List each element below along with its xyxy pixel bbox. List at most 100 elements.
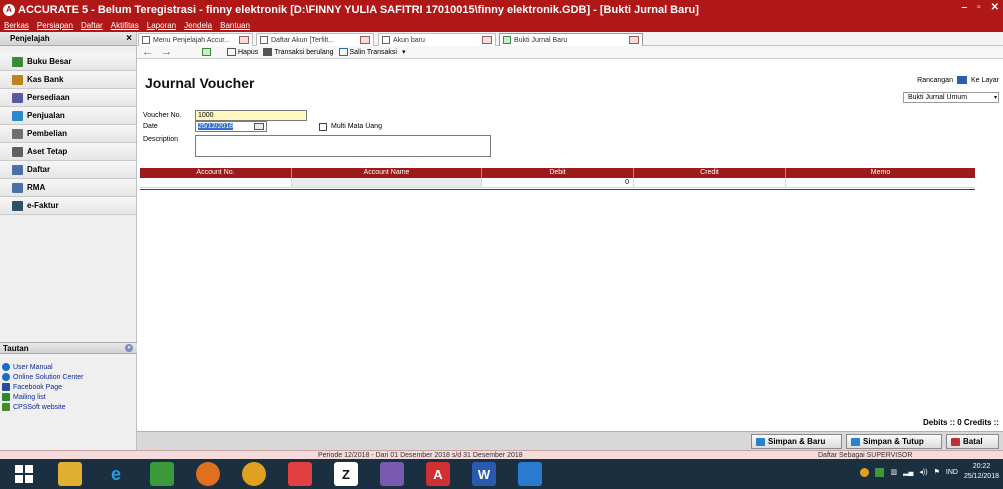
- cancel-button[interactable]: Batal: [946, 434, 999, 449]
- column-debit[interactable]: Debit: [482, 168, 634, 178]
- sidebar-item-rma[interactable]: RMA: [0, 179, 136, 197]
- sidebar-item-label: Aset Tetap: [27, 147, 68, 156]
- zip-app-icon[interactable]: Z: [334, 462, 358, 486]
- column-memo[interactable]: Memo: [786, 168, 975, 178]
- page-icon: [142, 36, 150, 44]
- firefox-icon[interactable]: [196, 462, 220, 486]
- cell-debit[interactable]: 0: [482, 178, 634, 187]
- minimize-icon[interactable]: –: [962, 2, 968, 13]
- internet-explorer-icon[interactable]: e: [104, 462, 128, 486]
- close-icon[interactable]: ×: [126, 33, 132, 44]
- column-credit[interactable]: Credit: [634, 168, 786, 178]
- navigator-header: Penjelajah ×: [0, 32, 136, 46]
- file-explorer-icon[interactable]: [58, 462, 82, 486]
- cell-account-no[interactable]: [140, 178, 292, 187]
- navigator-panel: Penjelajah × Buku Besar Kas Bank Persedi…: [0, 32, 137, 456]
- link-online-solution-center[interactable]: Online Solution Center: [2, 372, 83, 382]
- word-icon[interactable]: W: [472, 462, 496, 486]
- accurate-app-icon[interactable]: A: [426, 462, 450, 486]
- save-new-button[interactable]: Simpan & Baru: [751, 434, 842, 449]
- menu-daftar[interactable]: Daftar: [81, 21, 103, 30]
- chevron-down-icon[interactable]: ▾: [402, 48, 406, 56]
- menu-bantuan[interactable]: Bantuan: [220, 21, 250, 30]
- tab-bukti-jurnal-baru[interactable]: Bukti Jurnal Baru: [499, 33, 643, 46]
- link-cpssoft-website[interactable]: CPSSoft website: [2, 402, 83, 412]
- sidebar-item-label: RMA: [27, 183, 46, 192]
- tray-app-icon[interactable]: [860, 467, 870, 477]
- notes-app-icon[interactable]: [380, 462, 404, 486]
- menu-persiapan[interactable]: Persiapan: [37, 21, 73, 30]
- link-mailing-list[interactable]: Mailing list: [2, 392, 83, 402]
- sidebar-item-label: Persediaan: [27, 93, 70, 102]
- chrome-icon[interactable]: [242, 462, 266, 486]
- menu-aktifitas[interactable]: Aktifitas: [111, 21, 139, 30]
- forward-arrow-icon[interactable]: →: [161, 46, 172, 58]
- column-account-no[interactable]: Account No.: [140, 168, 292, 178]
- sidebar-item-daftar[interactable]: Daftar: [0, 161, 136, 179]
- sidebar-item-pembelian[interactable]: Pembelian: [0, 125, 136, 143]
- windows-start-icon[interactable]: [12, 462, 36, 486]
- menu-laporan[interactable]: Laporan: [147, 21, 176, 30]
- column-account-name[interactable]: Account Name: [292, 168, 482, 178]
- close-tab-icon[interactable]: [360, 36, 370, 44]
- save-close-button[interactable]: Simpan & Tutup: [846, 434, 942, 449]
- calendar-icon[interactable]: [254, 123, 264, 130]
- cell-memo[interactable]: [786, 178, 975, 187]
- link-facebook-page[interactable]: Facebook Page: [2, 382, 83, 392]
- title-bar: A ACCURATE 5 - Belum Teregistrasi - finn…: [0, 0, 1003, 19]
- menu-jendela[interactable]: Jendela: [184, 21, 212, 30]
- collapse-chevron-icon[interactable]: »: [125, 344, 133, 352]
- cell-credit[interactable]: [634, 178, 786, 187]
- close-tab-icon[interactable]: [239, 36, 249, 44]
- voucher-no-input[interactable]: 1000: [195, 110, 307, 121]
- sales-icon: [12, 110, 23, 121]
- hapus-button[interactable]: Hapus: [227, 48, 258, 56]
- ke-layar-button[interactable]: Ke Layar: [971, 77, 999, 84]
- sidebar-item-label: Daftar: [27, 165, 51, 174]
- sidebar-item-persediaan[interactable]: Persediaan: [0, 89, 136, 107]
- network-icon[interactable]: ▥: [890, 468, 897, 476]
- cell-account-name[interactable]: [292, 178, 482, 187]
- sidebar-item-buku-besar[interactable]: Buku Besar: [0, 53, 136, 71]
- tautan-header[interactable]: Tautan »: [0, 342, 137, 354]
- chevron-down-icon[interactable]: ▾: [994, 93, 997, 103]
- sidebar-item-penjualan[interactable]: Penjualan: [0, 107, 136, 125]
- media-app-icon[interactable]: [518, 462, 542, 486]
- journal-icon: [503, 36, 511, 44]
- tab-menu-penjelajah[interactable]: Menu Penjelajah Accur...: [138, 33, 253, 46]
- close-icon[interactable]: ✕: [991, 2, 999, 13]
- signal-icon[interactable]: ▂▄: [903, 468, 913, 476]
- flag-icon[interactable]: ⚑: [934, 468, 940, 476]
- clock[interactable]: 20:22 25/12/2018: [964, 462, 999, 482]
- tab-daftar-akun[interactable]: Daftar Akun [Terfilt...: [256, 33, 374, 46]
- store-icon[interactable]: [150, 462, 174, 486]
- sidebar-item-aset-tetap[interactable]: Aset Tetap: [0, 143, 136, 161]
- totals-text: Debits :: 0 Credits ::: [922, 418, 999, 427]
- description-field[interactable]: [195, 135, 491, 157]
- grid-icon: [260, 36, 268, 44]
- multi-currency-checkbox[interactable]: [319, 123, 327, 131]
- back-arrow-icon[interactable]: ←: [142, 46, 153, 58]
- close-tab-icon[interactable]: [482, 36, 492, 44]
- language-indicator[interactable]: IND: [946, 469, 958, 476]
- warning-icon[interactable]: [875, 467, 885, 477]
- new-journal-icon[interactable]: [202, 48, 211, 56]
- salin-transaksi-button[interactable]: Salin Transaksi ▾: [338, 48, 406, 56]
- sidebar-item-kas-bank[interactable]: Kas Bank: [0, 71, 136, 89]
- sidebar-item-label: Buku Besar: [27, 57, 72, 66]
- date-input[interactable]: 25/12/2018: [195, 121, 267, 132]
- accurate-logo-icon: A: [3, 3, 15, 16]
- tab-akun-baru[interactable]: Akun baru: [378, 33, 496, 46]
- sidebar-item-e-faktur[interactable]: e-Faktur: [0, 197, 136, 215]
- volume-icon[interactable]: ◂)): [919, 468, 927, 476]
- tab-strip: Menu Penjelajah Accur... Daftar Akun [Te…: [137, 32, 1003, 46]
- restore-icon[interactable]: ▫: [977, 2, 981, 13]
- paint-icon[interactable]: [288, 462, 312, 486]
- template-select[interactable]: Bukti Jurnal Umum ▾: [903, 92, 999, 103]
- table-row[interactable]: 0: [140, 178, 975, 188]
- transaksi-berulang-button[interactable]: Transaksi berulang: [263, 48, 334, 56]
- link-user-manual[interactable]: User Manual: [2, 362, 83, 372]
- printer-icon[interactable]: [956, 76, 967, 84]
- menu-berkas[interactable]: Berkas: [4, 21, 29, 30]
- close-tab-icon[interactable]: [629, 36, 639, 44]
